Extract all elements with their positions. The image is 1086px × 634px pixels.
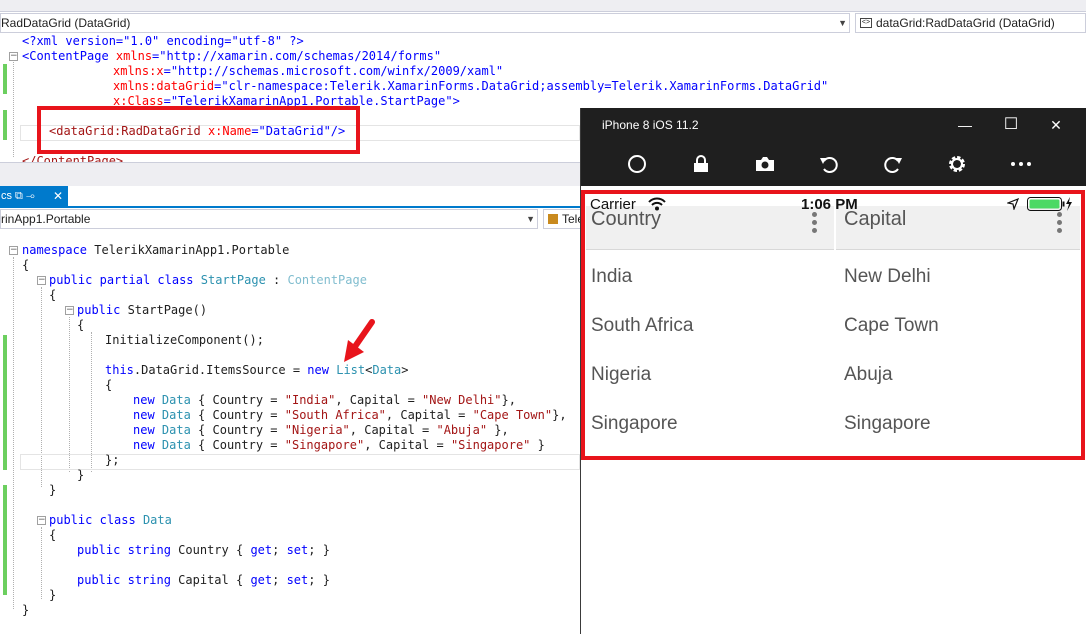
maximize-button[interactable]: ☐ [999, 114, 1023, 136]
cs-code-line: }; [105, 453, 120, 467]
rotate-right-icon[interactable] [880, 151, 906, 177]
xaml-element-dropdown-label: RadDataGrid (DataGrid) [1, 16, 131, 30]
minimize-button[interactable]: — [953, 114, 977, 136]
gear-icon[interactable] [944, 151, 970, 177]
cs-code-line: public string Country { get; set; } [77, 543, 330, 557]
xml-declaration: <?xml version="1.0" encoding="utf-8" ?> [22, 34, 304, 48]
cs-code-line: } [49, 483, 57, 497]
cs-code-line: public string Capital { get; set; } [77, 573, 330, 587]
cs-code-line: } [77, 468, 85, 482]
collapse-icon[interactable]: − [37, 276, 46, 285]
data-item-line: new Data { Country = "South Africa", Cap… [133, 408, 567, 422]
chevron-down-icon: ▼ [838, 18, 847, 28]
cs-code-line: } [22, 603, 30, 617]
cs-project-dropdown[interactable]: rinApp1.Portable ▼ [0, 209, 538, 229]
cs-code-line: } [49, 588, 57, 602]
simulator-title: iPhone 8 iOS 11.2 [602, 118, 699, 132]
camera-icon[interactable] [752, 151, 778, 177]
collapse-icon[interactable]: − [65, 306, 74, 315]
xaml-member-dropdown[interactable]: <> dataGrid:RadDataGrid (DataGrid) [855, 13, 1086, 33]
xaml-element-dropdown[interactable]: RadDataGrid (DataGrid) ▼ [0, 13, 850, 33]
cs-code-line: namespace TelerikXamarinApp1.Portable [22, 243, 290, 257]
class-icon [548, 214, 558, 224]
xaml-navigation-bar: RadDataGrid (DataGrid) ▼ <> dataGrid:Rad… [0, 12, 1086, 34]
simulator-title-bar: iPhone 8 iOS 11.2 — ☐ ✕ [581, 108, 1086, 142]
close-icon[interactable]: ✕ [53, 186, 63, 206]
tab-startpage-cs[interactable]: cs ⧉ ⊸ ✕ [0, 186, 68, 206]
red-arrow-icon [344, 319, 375, 362]
chevron-down-icon: ▼ [526, 214, 535, 224]
change-bar [3, 64, 7, 94]
more-icon[interactable] [1008, 151, 1034, 177]
change-bar [3, 110, 7, 140]
rotate-left-icon[interactable] [816, 151, 842, 177]
datagrid-highlight-box [581, 190, 1085, 460]
ios-simulator-window: iPhone 8 iOS 11.2 — ☐ ✕ Country Capital … [580, 108, 1086, 634]
cs-code-line: public partial class StartPage : Content… [49, 273, 367, 287]
cs-code-line: { [49, 528, 57, 542]
collapse-icon[interactable]: − [9, 246, 18, 255]
collapse-icon[interactable]: − [37, 516, 46, 525]
cs-code-line: { [77, 318, 85, 332]
simulator-toolbar [581, 142, 1086, 186]
tab-label: cs ⧉ ⊸ [1, 190, 35, 202]
xaml-code-line: </ContentPage> [22, 154, 124, 162]
cs-code-line: public StartPage() [77, 303, 208, 317]
data-item-line: new Data { Country = "Nigeria", Capital … [133, 423, 509, 437]
data-item-line: new Data { Country = "India", Capital = … [133, 393, 516, 407]
cs-code-line: { [49, 288, 57, 302]
cs-project-dropdown-label: rinApp1.Portable [1, 212, 91, 226]
xaml-highlight-box [37, 106, 360, 154]
cs-code-line: { [105, 378, 113, 392]
current-line-highlight [20, 454, 580, 470]
home-button-icon[interactable] [624, 151, 650, 177]
xaml-code-line: xmlns:dataGrid="clr-namespace:Telerik.Xa… [113, 79, 829, 93]
element-icon: <> [860, 18, 872, 28]
cs-code-line: InitializeComponent(); [105, 333, 264, 347]
xaml-member-dropdown-label: dataGrid:RadDataGrid (DataGrid) [876, 16, 1055, 30]
change-bar [3, 335, 7, 470]
collapse-icon[interactable]: − [9, 52, 18, 61]
change-bar [3, 485, 7, 595]
close-button[interactable]: ✕ [1044, 114, 1068, 136]
xaml-code-line: xmlns:x="http://schemas.microsoft.com/wi… [113, 64, 504, 78]
cs-code-line: { [22, 258, 30, 272]
data-item-line: new Data { Country = "Singapore", Capita… [133, 438, 545, 452]
xaml-code-line: <ContentPage xmlns="http://xamarin.com/s… [22, 49, 442, 63]
top-tab-strip [0, 0, 1086, 12]
lock-icon[interactable] [688, 151, 714, 177]
cs-code-line: public class Data [49, 513, 172, 527]
